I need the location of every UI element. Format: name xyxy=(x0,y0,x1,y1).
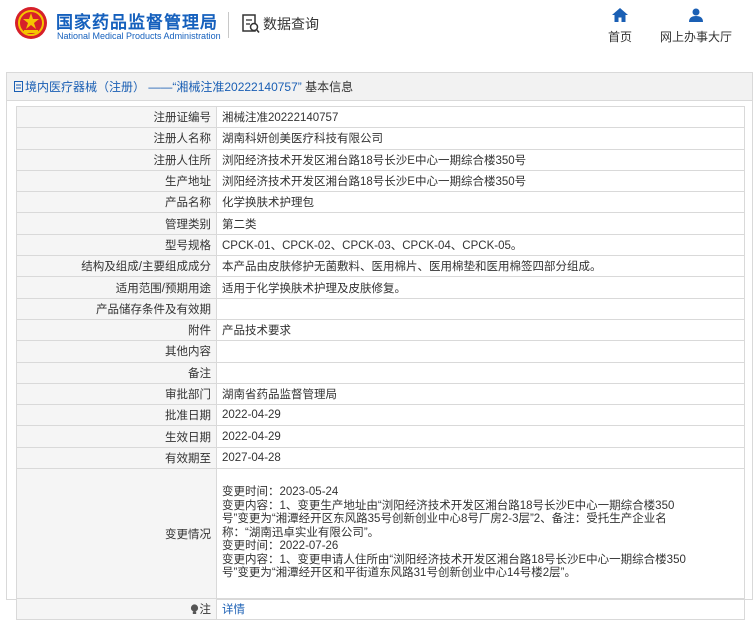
field-label: 注册人名称 xyxy=(16,127,217,150)
breadcrumb-separator: —— xyxy=(148,80,173,94)
site-header: 国家药品监督管理局 National Medical Products Admi… xyxy=(0,0,755,62)
breadcrumb-category[interactable]: 境内医疗器械（注册） xyxy=(25,80,145,94)
field-label: 变更情况 xyxy=(16,468,217,600)
change-line: 变更内容：1、变更生产地址由“浏阳经济技术开发区湘台路18号长沙E中心一期综合楼… xyxy=(222,499,675,512)
site-name[interactable]: 国家药品监督管理局 xyxy=(56,8,218,33)
header-divider xyxy=(228,12,229,38)
table-row: 适用范围/预期用途 适用于化学换肤术护理及皮肤修复。 xyxy=(16,276,745,299)
field-label: 审批部门 xyxy=(16,382,217,406)
field-value: 湖南科妍创美医疗科技有限公司 xyxy=(216,127,745,150)
breadcrumb-record: “湘械注准20222140757” xyxy=(172,80,302,94)
registration-info-table: 注册证编号 湘械注准20222140757 注册人名称 湖南科妍创美医疗科技有限公司… xyxy=(16,105,745,620)
field-label: 生效日期 xyxy=(16,425,217,448)
field-label: 产品名称 xyxy=(16,191,217,214)
detail-panel: 境内医疗器械（注册） ——“湘械注准20222140757” 基本信息 注册证编… xyxy=(6,72,753,620)
field-value: 湘械注准20222140757 xyxy=(216,105,745,129)
field-value: 浏阳经济技术开发区湘台路18号长沙E中心一期综合楼350号 xyxy=(216,169,745,193)
table-row: 批准日期 2022-04-29 xyxy=(16,404,745,427)
nav-home-label: 首页 xyxy=(607,30,632,44)
table-row: 产品名称 化学换肤术护理包 xyxy=(16,191,745,214)
field-value: 本产品由皮肤修护无菌敷料、医用棉片、医用棉垫和医用棉签四部分组成。 xyxy=(216,255,745,278)
table-row-changes: 变更情况 变更时间：2023-05-24 变更内容：1、变更生产地址由“浏阳经济… xyxy=(16,468,745,600)
field-label: 管理类别 xyxy=(16,212,217,235)
table-row: 备注 xyxy=(16,361,745,384)
field-label: 注册人住所 xyxy=(16,148,217,171)
field-label: 备注 xyxy=(16,361,217,384)
field-label: 注册证编号 xyxy=(16,105,217,129)
table-row: 注册人住所 浏阳经济技术开发区湘台路18号长沙E中心一期综合楼350号 xyxy=(16,148,745,171)
breadcrumb: 境内医疗器械（注册） ——“湘械注准20222140757” 基本信息 xyxy=(7,73,752,101)
field-label: 结构及组成/主要组成成分 xyxy=(16,255,217,278)
change-line: 变更时间：2022-07-26 xyxy=(222,540,339,553)
national-emblem-icon xyxy=(15,7,47,39)
table-row: 生效日期 2022-04-29 xyxy=(16,425,745,448)
nav-online-office[interactable]: 网上办事大厅 xyxy=(652,8,740,45)
data-query-label[interactable]: 数据查询 xyxy=(263,14,319,34)
details-link[interactable]: 详情 xyxy=(222,604,245,616)
change-line: 号”变更为“湘潭经开区和平街道东风路31号创新创业中心14号楼2层”。 xyxy=(222,567,576,580)
change-line: 号”变更为“湘潭经开区东风路35号创新创业中心8号厂房2-3层”2、备注：受托生… xyxy=(222,513,667,526)
document-icon xyxy=(14,81,23,92)
field-value: 化学换肤术护理包 xyxy=(216,191,745,214)
table-row: 生产地址 浏阳经济技术开发区湘台路18号长沙E中心一期综合楼350号 xyxy=(16,169,745,193)
lightbulb-icon xyxy=(190,604,198,615)
table-row: 其他内容 xyxy=(16,340,745,363)
note-label: 注 xyxy=(199,604,212,617)
table-row: 注册人名称 湖南科妍创美医疗科技有限公司 xyxy=(16,127,745,150)
table-row: 审批部门 湖南省药品监督管理局 xyxy=(16,382,745,406)
site-subtitle: National Medical Products Administration xyxy=(57,31,221,41)
field-value: 浏阳经济技术开发区湘台路18号长沙E中心一期综合楼350号 xyxy=(216,148,745,171)
field-label: 适用范围/预期用途 xyxy=(16,276,217,299)
field-label: 其他内容 xyxy=(16,340,217,363)
field-value xyxy=(216,361,745,384)
field-value: 2022-04-29 xyxy=(216,425,745,448)
home-icon xyxy=(612,8,628,22)
field-label: 有效期至 xyxy=(16,446,217,470)
field-value: CPCK-01、CPCK-02、CPCK-03、CPCK-04、CPCK-05。 xyxy=(216,233,745,257)
field-value: 2027-04-28 xyxy=(216,446,745,470)
field-label: 型号规格 xyxy=(16,233,217,257)
table-row: 有效期至 2027-04-28 xyxy=(16,446,745,470)
table-row: 型号规格 CPCK-01、CPCK-02、CPCK-03、CPCK-04、CPCK… xyxy=(16,233,745,257)
table-row: 注册证编号 湘械注准20222140757 xyxy=(16,105,745,129)
table-row: 管理类别 第二类 xyxy=(16,212,745,235)
field-value: 产品技术要求 xyxy=(216,318,745,342)
table-row: 附件 产品技术要求 xyxy=(16,318,745,342)
field-value: 适用于化学换肤术护理及皮肤修复。 xyxy=(216,276,745,299)
change-line: 称：“湖南迅卓实业有限公司”。 xyxy=(222,526,380,539)
field-label: 生产地址 xyxy=(16,169,217,193)
nav-home[interactable]: 首页 xyxy=(600,8,640,45)
field-value: 湖南省药品监督管理局 xyxy=(216,382,745,406)
field-value xyxy=(216,340,745,363)
change-line: 变更内容：1、变更申请人住所由“浏阳经济技术开发区湘台路18号长沙E中心一期综合… xyxy=(222,553,686,566)
change-history: 变更时间：2023-05-24 变更内容：1、变更生产地址由“浏阳经济技术开发区… xyxy=(216,468,745,600)
field-label: 附件 xyxy=(16,318,217,342)
field-value: 第二类 xyxy=(216,212,745,235)
table-row: 结构及组成/主要组成成分 本产品由皮肤修护无菌敷料、医用棉片、医用棉垫和医用棉签四… xyxy=(16,255,745,278)
breadcrumb-tail: 基本信息 xyxy=(305,80,354,94)
field-value: 2022-04-29 xyxy=(216,404,745,427)
user-icon xyxy=(689,8,703,22)
change-line: 变更时间：2023-05-24 xyxy=(222,486,339,499)
data-query-icon xyxy=(242,14,260,34)
nav-online-office-label: 网上办事大厅 xyxy=(659,30,732,44)
field-label: 产品储存条件及有效期 xyxy=(16,297,217,320)
field-value xyxy=(216,297,745,320)
field-label: 批准日期 xyxy=(16,404,217,427)
table-row: 产品储存条件及有效期 xyxy=(16,297,745,320)
